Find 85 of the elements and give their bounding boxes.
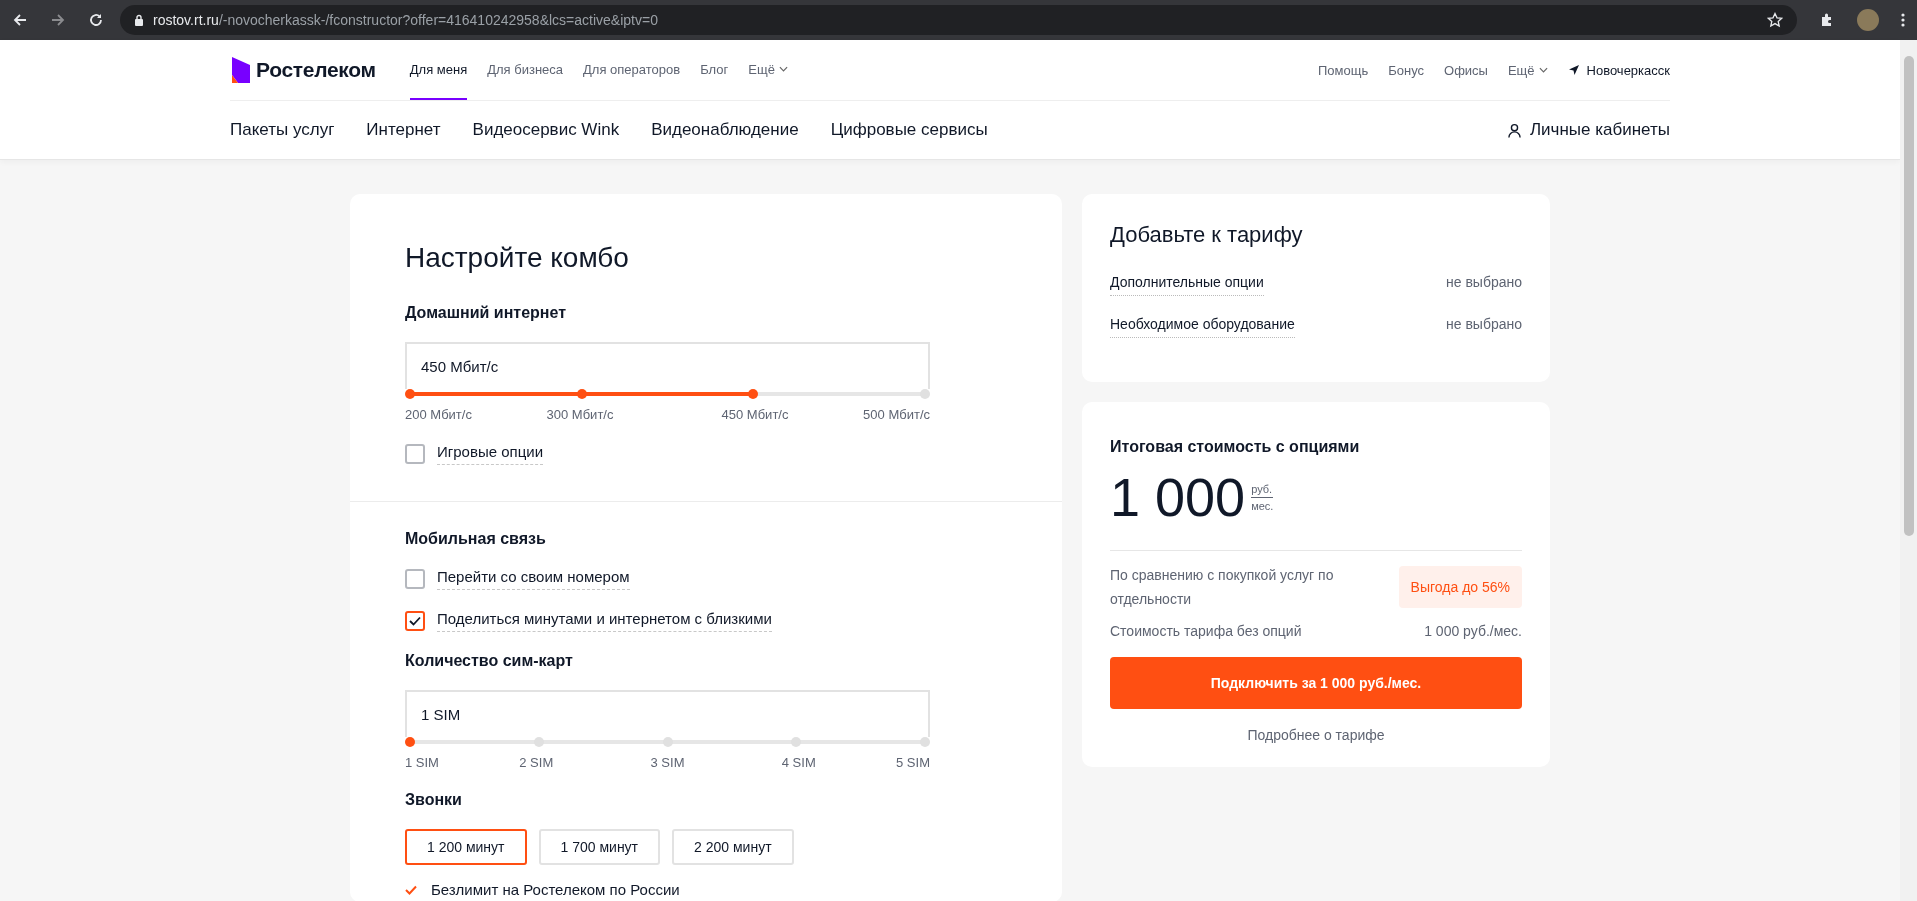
utility-link[interactable]: Бонус [1388, 62, 1424, 78]
checkbox-label[interactable]: Поделиться минутами и интернетом с близкими [437, 610, 772, 632]
checkbox[interactable] [405, 444, 425, 464]
utility-link[interactable]: Ещё [1507, 62, 1548, 78]
checkbox-label[interactable]: Игровые опции [437, 443, 543, 465]
main-nav-link[interactable]: Видеонаблюдение [651, 120, 799, 140]
caret-icon [1538, 67, 1548, 73]
lock-icon [134, 14, 144, 26]
slider-step-label: 2 SIM [519, 755, 554, 770]
slider-step-label: 500 Мбит/с [863, 407, 930, 422]
slider-step-label: 450 Мбит/с [721, 407, 789, 422]
segment-tab[interactable]: Блог [700, 40, 729, 100]
slider-track[interactable] [405, 737, 930, 747]
utility-link[interactable]: Офисы [1444, 62, 1488, 78]
slider-step-dot[interactable] [662, 737, 673, 747]
minutes-option-button[interactable]: 1 700 минут [538, 829, 661, 865]
checkbox[interactable] [405, 611, 425, 631]
location-arrow-icon [1567, 64, 1580, 76]
addon-value: не выбрано [1446, 274, 1522, 290]
slider-step-dot[interactable] [405, 389, 415, 399]
slider-step-dot[interactable] [533, 737, 544, 747]
caret-icon [778, 66, 788, 72]
slider-thumb[interactable] [405, 737, 415, 747]
price-currency: руб. [1251, 482, 1274, 498]
menu-icon[interactable] [1901, 12, 1905, 28]
slider-step-dot[interactable] [920, 737, 930, 747]
minutes-option-button[interactable]: 1 200 минут [405, 829, 527, 865]
main-nav-link[interactable]: Видеосервис Wink [472, 120, 620, 140]
addon-link[interactable]: Дополнительные опции [1110, 274, 1264, 296]
main-nav-link[interactable]: Цифровые сервисы [830, 120, 988, 140]
minutes-option-button[interactable]: 2 200 минут [672, 829, 794, 865]
city-link[interactable]: Новочеркасск [1567, 62, 1670, 78]
main-nav-link[interactable]: Интернет [366, 120, 441, 140]
feature-text: Безлимит на Ростелеком по России [431, 881, 680, 898]
slider-value-field: 450 Мбит/с [405, 342, 930, 389]
base-price-value: 1 000 руб./мес. [1424, 623, 1522, 639]
comparison-text: По сравнению с покупкой услуг по отдельности [1110, 566, 1335, 609]
reload-icon[interactable] [88, 12, 104, 28]
slider-step-dot[interactable] [920, 389, 930, 399]
slider-step-label: 200 Мбит/с [405, 407, 472, 422]
base-price-label: Стоимость тарифа без опций [1110, 623, 1302, 639]
section-heading: Домашний интернет [405, 304, 567, 322]
person-icon [1507, 122, 1521, 138]
check-icon [409, 616, 421, 626]
segment-tab[interactable]: Для бизнеса [487, 40, 564, 100]
addon-link[interactable]: Необходимое оборудование [1110, 316, 1295, 338]
section-heading: Звонки [405, 791, 463, 809]
details-link[interactable]: Подробнее о тарифе [1110, 727, 1522, 743]
section-heading: Количество сим-карт [405, 652, 574, 670]
slider-step-label: 3 SIM [650, 755, 685, 770]
addon-value: не выбрано [1446, 316, 1522, 332]
savings-badge: Выгода до 56% [1398, 566, 1522, 608]
profile-avatar[interactable] [1857, 9, 1879, 31]
url-text: rostov.rt.ru/-novocherkassk-/fconstructor?offer=416410242958&lcs=active&iptv=0 [153, 12, 659, 28]
slider-step-label: 300 Мбит/с [546, 407, 614, 422]
utility-link[interactable]: Помощь [1318, 62, 1369, 78]
star-icon[interactable] [1767, 12, 1783, 28]
slider-step-dot[interactable] [576, 389, 587, 399]
checkbox-label[interactable]: Перейти со своим номером [437, 568, 630, 590]
back-icon[interactable] [12, 12, 28, 28]
segment-tab[interactable]: Для меня [409, 40, 468, 100]
account-link[interactable]: Личные кабинеты [1507, 120, 1670, 140]
segment-tab[interactable]: Ещё [748, 40, 788, 100]
brand-name: Ростелеком [256, 58, 376, 82]
slider-step-label: 5 SIM [896, 755, 930, 770]
checkbox[interactable] [405, 569, 425, 589]
total-title: Итоговая стоимость с опциями [1110, 438, 1361, 456]
price-amount: 1 000 [1110, 466, 1246, 528]
slider-step-label: 1 SIM [405, 755, 439, 770]
main-nav-link[interactable]: Пакеты услуг [230, 120, 335, 140]
price-period: мес. [1251, 498, 1274, 512]
slider-step-label: 4 SIM [781, 755, 816, 770]
address-bar[interactable]: rostov.rt.ru/-novocherkassk-/fconstructor?offer=416410242958&lcs=active&iptv=0 [120, 5, 1797, 35]
forward-icon[interactable] [50, 12, 66, 28]
card-title: Настройте комбо [405, 242, 630, 274]
section-heading: Мобильная связь [405, 530, 547, 548]
segment-tab[interactable]: Для операторов [583, 40, 681, 100]
check-icon [405, 884, 417, 895]
card-title: Добавьте к тарифу [1110, 222, 1304, 248]
scrollbar[interactable] [1900, 40, 1917, 901]
logo-icon [230, 55, 252, 85]
slider-track[interactable] [405, 389, 930, 399]
slider-thumb[interactable] [748, 389, 759, 399]
slider-step-dot[interactable] [791, 737, 802, 747]
slider-value-field: 1 SIM [405, 690, 930, 737]
